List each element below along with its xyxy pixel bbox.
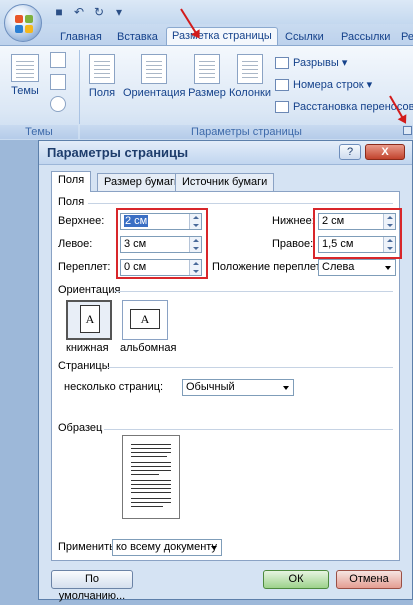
section-divider <box>108 367 393 368</box>
chevron-down-icon <box>381 260 395 275</box>
cancel-button[interactable]: Отмена <box>336 570 402 589</box>
office-button[interactable] <box>4 4 42 42</box>
default-button[interactable]: По умолчанию... <box>51 570 133 602</box>
group-separator <box>79 50 80 124</box>
office-logo-icon <box>15 15 33 33</box>
apply-to-select[interactable]: ко всему документу <box>112 539 222 556</box>
tab-review[interactable]: Ре <box>396 29 413 46</box>
portrait-option[interactable]: A <box>66 300 112 340</box>
section-divider <box>114 291 393 292</box>
dialog-title: Параметры страницы <box>47 145 189 160</box>
margins-label: Поля <box>88 87 116 99</box>
line-numbers-icon <box>275 79 289 92</box>
tab-page-layout[interactable]: Разметка страницы <box>166 27 278 47</box>
themes-label: Темы <box>11 85 39 97</box>
annotation-box-left <box>116 208 208 279</box>
help-button[interactable]: ? <box>339 144 361 160</box>
tab-insert[interactable]: Вставка <box>112 29 163 46</box>
themes-button[interactable]: Темы <box>8 54 42 97</box>
size-button[interactable]: Размер <box>186 54 228 99</box>
portrait-page-icon: A <box>80 305 100 333</box>
page-setup-dialog: Параметры страницы ? X Поля Размер бумаг… <box>38 140 413 602</box>
tab-margins[interactable]: Поля <box>51 171 92 192</box>
right-margin-label: Правое: <box>272 238 314 250</box>
redo-icon[interactable]: ↻ <box>92 5 106 19</box>
ok-button[interactable]: ОК <box>263 570 329 589</box>
margins-icon <box>89 54 115 84</box>
orientation-button[interactable]: Ориентация <box>123 54 185 99</box>
gutter-position-select[interactable]: Слева <box>318 259 396 276</box>
gutter-position-label: Положение переплета: <box>212 261 330 273</box>
landscape-option[interactable]: A <box>122 300 168 340</box>
columns-button[interactable]: Колонки <box>228 54 272 99</box>
tab-references[interactable]: Ссылки <box>280 29 329 46</box>
size-label: Размер <box>188 87 226 99</box>
multiple-pages-value: Обычный <box>186 381 235 393</box>
breaks-icon <box>275 57 289 70</box>
ribbon: Темы Темы Поля Ориентация Размер Колонки… <box>0 45 413 140</box>
preview-section-label: Образец <box>58 422 103 434</box>
save-icon[interactable]: ■ <box>52 5 66 19</box>
margins-section-label: Поля <box>58 196 85 208</box>
dialog-title-bar: Параметры страницы ? X <box>39 141 412 165</box>
theme-effects-icon[interactable] <box>50 96 66 112</box>
columns-icon <box>237 54 263 84</box>
quick-access-toolbar: ■ ↶ ↻ ▾ <box>50 3 126 21</box>
dialog-launcher-icon[interactable] <box>403 126 412 135</box>
close-button[interactable]: X <box>365 144 405 160</box>
themes-group-caption: Темы <box>0 125 78 139</box>
tab-paper-source[interactable]: Источник бумаги <box>175 173 275 191</box>
margins-panel: Поля Верхнее: 2 см Левое: 3 см Переплет:… <box>51 191 402 561</box>
tab-mailings[interactable]: Рассылки <box>336 29 395 46</box>
landscape-label: альбомная <box>120 342 177 354</box>
columns-label: Колонки <box>229 87 271 99</box>
undo-icon[interactable]: ↶ <box>72 5 86 19</box>
apply-to-label: Применить: <box>58 541 118 553</box>
page-preview <box>122 435 180 519</box>
chevron-down-icon <box>279 380 293 395</box>
page-setup-group-caption: Параметры страницы <box>80 125 413 139</box>
section-divider <box>104 429 393 430</box>
apply-to-value: ко всему документу <box>116 541 217 553</box>
theme-fonts-icon[interactable] <box>50 74 66 90</box>
orientation-label: Ориентация <box>123 87 186 99</box>
bottom-margin-label: Нижнее: <box>272 215 315 227</box>
hyphenation-icon <box>275 101 289 114</box>
chevron-down-icon <box>207 540 221 555</box>
multiple-pages-label: несколько страниц: <box>64 381 164 393</box>
orientation-icon <box>141 54 167 84</box>
breaks-button[interactable]: Разрывы ▾ <box>275 54 347 72</box>
customize-qat-icon[interactable]: ▾ <box>112 5 126 19</box>
pages-section-label: Страницы <box>58 360 110 372</box>
size-icon <box>194 54 220 84</box>
theme-colors-icon[interactable] <box>50 52 66 68</box>
title-bar: ■ ↶ ↻ ▾ <box>0 0 413 24</box>
top-margin-label: Верхнее: <box>58 215 105 227</box>
line-numbers-label: Номера строк <box>293 79 364 91</box>
ribbon-tabs: Главная Вставка Разметка страницы Ссылки… <box>0 24 413 47</box>
gutter-position-value: Слева <box>322 261 355 273</box>
tab-home[interactable]: Главная <box>55 29 107 46</box>
left-margin-label: Левое: <box>58 238 93 250</box>
line-numbers-button[interactable]: Номера строк ▾ <box>275 76 372 94</box>
multiple-pages-select[interactable]: Обычный <box>182 379 294 396</box>
landscape-page-icon: A <box>130 309 160 329</box>
dialog-body: Поля Размер бумаги Источник бумаги Поля … <box>45 171 408 602</box>
gutter-label: Переплет: <box>58 261 111 273</box>
margins-button[interactable]: Поля <box>84 54 120 99</box>
annotation-box-right <box>313 208 402 259</box>
portrait-label: книжная <box>66 342 109 354</box>
themes-icon <box>11 54 39 82</box>
section-divider <box>88 203 393 204</box>
tab-paper-size[interactable]: Размер бумаги <box>97 173 188 191</box>
orientation-section-label: Ориентация <box>58 284 121 296</box>
breaks-label: Разрывы <box>293 57 339 69</box>
